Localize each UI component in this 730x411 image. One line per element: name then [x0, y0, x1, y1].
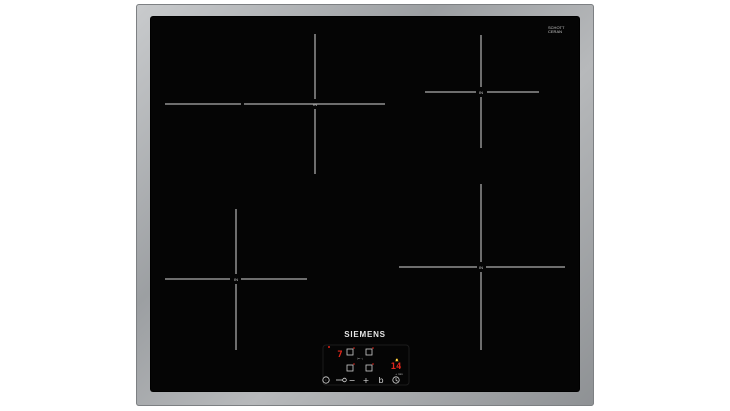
minus-button[interactable]: −	[349, 376, 356, 385]
power-level-display: 7	[337, 350, 342, 360]
timer-button[interactable]	[392, 376, 400, 384]
timer-display: 14	[391, 362, 402, 372]
glass-brand-label: SCHOTT CERAN	[548, 25, 565, 34]
zone-label: IN	[234, 277, 238, 282]
cooking-zone-front-left-top	[165, 34, 385, 174]
zone-label: IN	[479, 90, 483, 95]
power-button[interactable]: i	[322, 376, 330, 384]
zone-label: IN	[479, 265, 483, 270]
zone-divider-icon: ⊢⊣	[357, 357, 363, 361]
svg-text:i: i	[326, 378, 327, 382]
brand-logo: SIEMENS	[344, 330, 386, 339]
touch-control-panel[interactable]: 7 14 ⊢⊣ 🔔 + min i − + b	[322, 344, 410, 386]
zone-select-rear-right[interactable]	[365, 348, 373, 356]
plus-button[interactable]: +	[363, 376, 370, 385]
child-lock-icon[interactable]	[336, 377, 347, 383]
zone-select-rear-left[interactable]	[365, 364, 373, 372]
cooktop-markings: IN IN IN IN 7 14 ⊢⊣ 🔔 + min i − + b	[151, 17, 579, 396]
zone-select-front-right[interactable]	[346, 364, 354, 372]
timer-label: + min	[395, 372, 403, 376]
bell-icon: 🔔	[395, 358, 399, 362]
boost-icon[interactable]: b	[378, 376, 383, 385]
zone-select-front-left[interactable]	[346, 348, 354, 356]
zone-label: IN	[313, 102, 317, 107]
